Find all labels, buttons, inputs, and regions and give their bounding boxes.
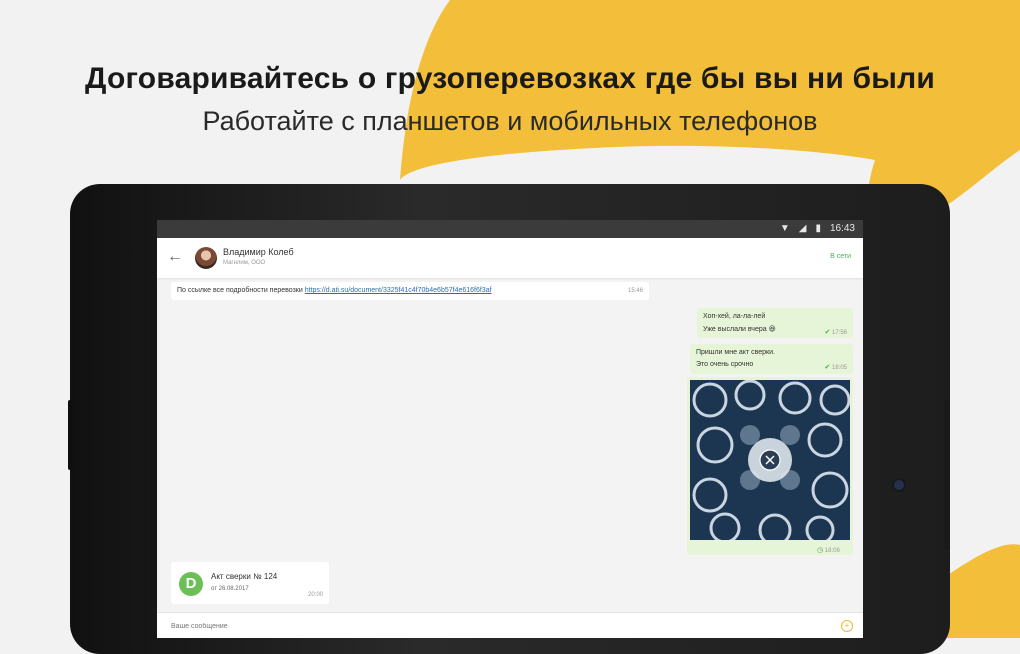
message-line: Пришли мне акт сверки. bbox=[696, 349, 775, 356]
message-text: По ссылке все подробности перевозки bbox=[177, 287, 303, 294]
message-outgoing: Пришли мне акт сверки. Это очень срочно … bbox=[690, 344, 853, 374]
double-check-icon: ✔ bbox=[824, 364, 831, 371]
status-time: 16:43 bbox=[829, 223, 855, 234]
message-time: 17:56 bbox=[831, 330, 847, 336]
online-status: В сети bbox=[830, 253, 851, 260]
message-outgoing: Хоп-хей, ла-ла-лей Уже выслали вчера 😆 ✔… bbox=[697, 308, 853, 338]
photo-pipes-image bbox=[690, 380, 850, 540]
message-line: Хоп-хей, ла-ла-лей bbox=[703, 313, 766, 320]
document-date: от 26.08.2017 bbox=[211, 586, 249, 592]
message-line: Уже выслали вчера 😆 bbox=[703, 326, 776, 333]
message-time: 18:05 bbox=[831, 365, 847, 371]
message-time: 20:00 bbox=[307, 592, 323, 598]
app-screen: ▼ ◢ ▮ 16:43 ← Владимир Колеб Магнлим, ОО… bbox=[157, 220, 863, 638]
message-input[interactable] bbox=[169, 622, 773, 631]
message-time: 18:06 bbox=[824, 548, 840, 554]
attach-icon[interactable]: + bbox=[841, 620, 853, 632]
signal-icon: ◢ bbox=[798, 223, 807, 234]
document-app-icon: D bbox=[179, 572, 203, 596]
tablet-side-button-left bbox=[68, 400, 72, 470]
chat-header: ← Владимир Колеб Магнлим, ООО В сети bbox=[157, 238, 863, 278]
camera-lens bbox=[894, 480, 904, 490]
message-time: 15:46 bbox=[627, 288, 643, 294]
status-bar: ▼ ◢ ▮ 16:43 bbox=[157, 220, 863, 238]
message-document[interactable]: D Акт сверки № 124 от 26.08.2017 20:00 bbox=[171, 562, 329, 604]
avatar[interactable] bbox=[195, 247, 217, 269]
document-link[interactable]: https://d.ati.su/document/3325f41c4f70b4… bbox=[305, 287, 492, 294]
headline-subtitle: Работайте с планшетов и мобильных телефо… bbox=[202, 106, 818, 136]
message-composer: + bbox=[157, 612, 863, 638]
message-incoming-link: По ссылке все подробности перевозки http… bbox=[171, 282, 649, 300]
double-check-icon: ✔ bbox=[824, 329, 831, 336]
headline-title: Договаривайтесь о грузоперевозках где бы… bbox=[85, 62, 935, 95]
photo-time-row: ◷ 18:06 bbox=[817, 546, 840, 554]
contact-name[interactable]: Владимир Колеб bbox=[223, 247, 294, 257]
photo-pipes[interactable] bbox=[690, 380, 850, 540]
battery-icon: ▮ bbox=[815, 223, 821, 234]
contact-company: Магнлим, ООО bbox=[223, 260, 266, 266]
document-title: Акт сверки № 124 bbox=[211, 572, 278, 581]
message-line: Это очень срочно bbox=[696, 361, 754, 368]
back-arrow-icon[interactable]: ← bbox=[167, 248, 183, 266]
wifi-icon: ▼ bbox=[779, 223, 790, 234]
clock-icon: ◷ bbox=[817, 547, 824, 554]
tablet-side-button-right bbox=[944, 400, 950, 550]
